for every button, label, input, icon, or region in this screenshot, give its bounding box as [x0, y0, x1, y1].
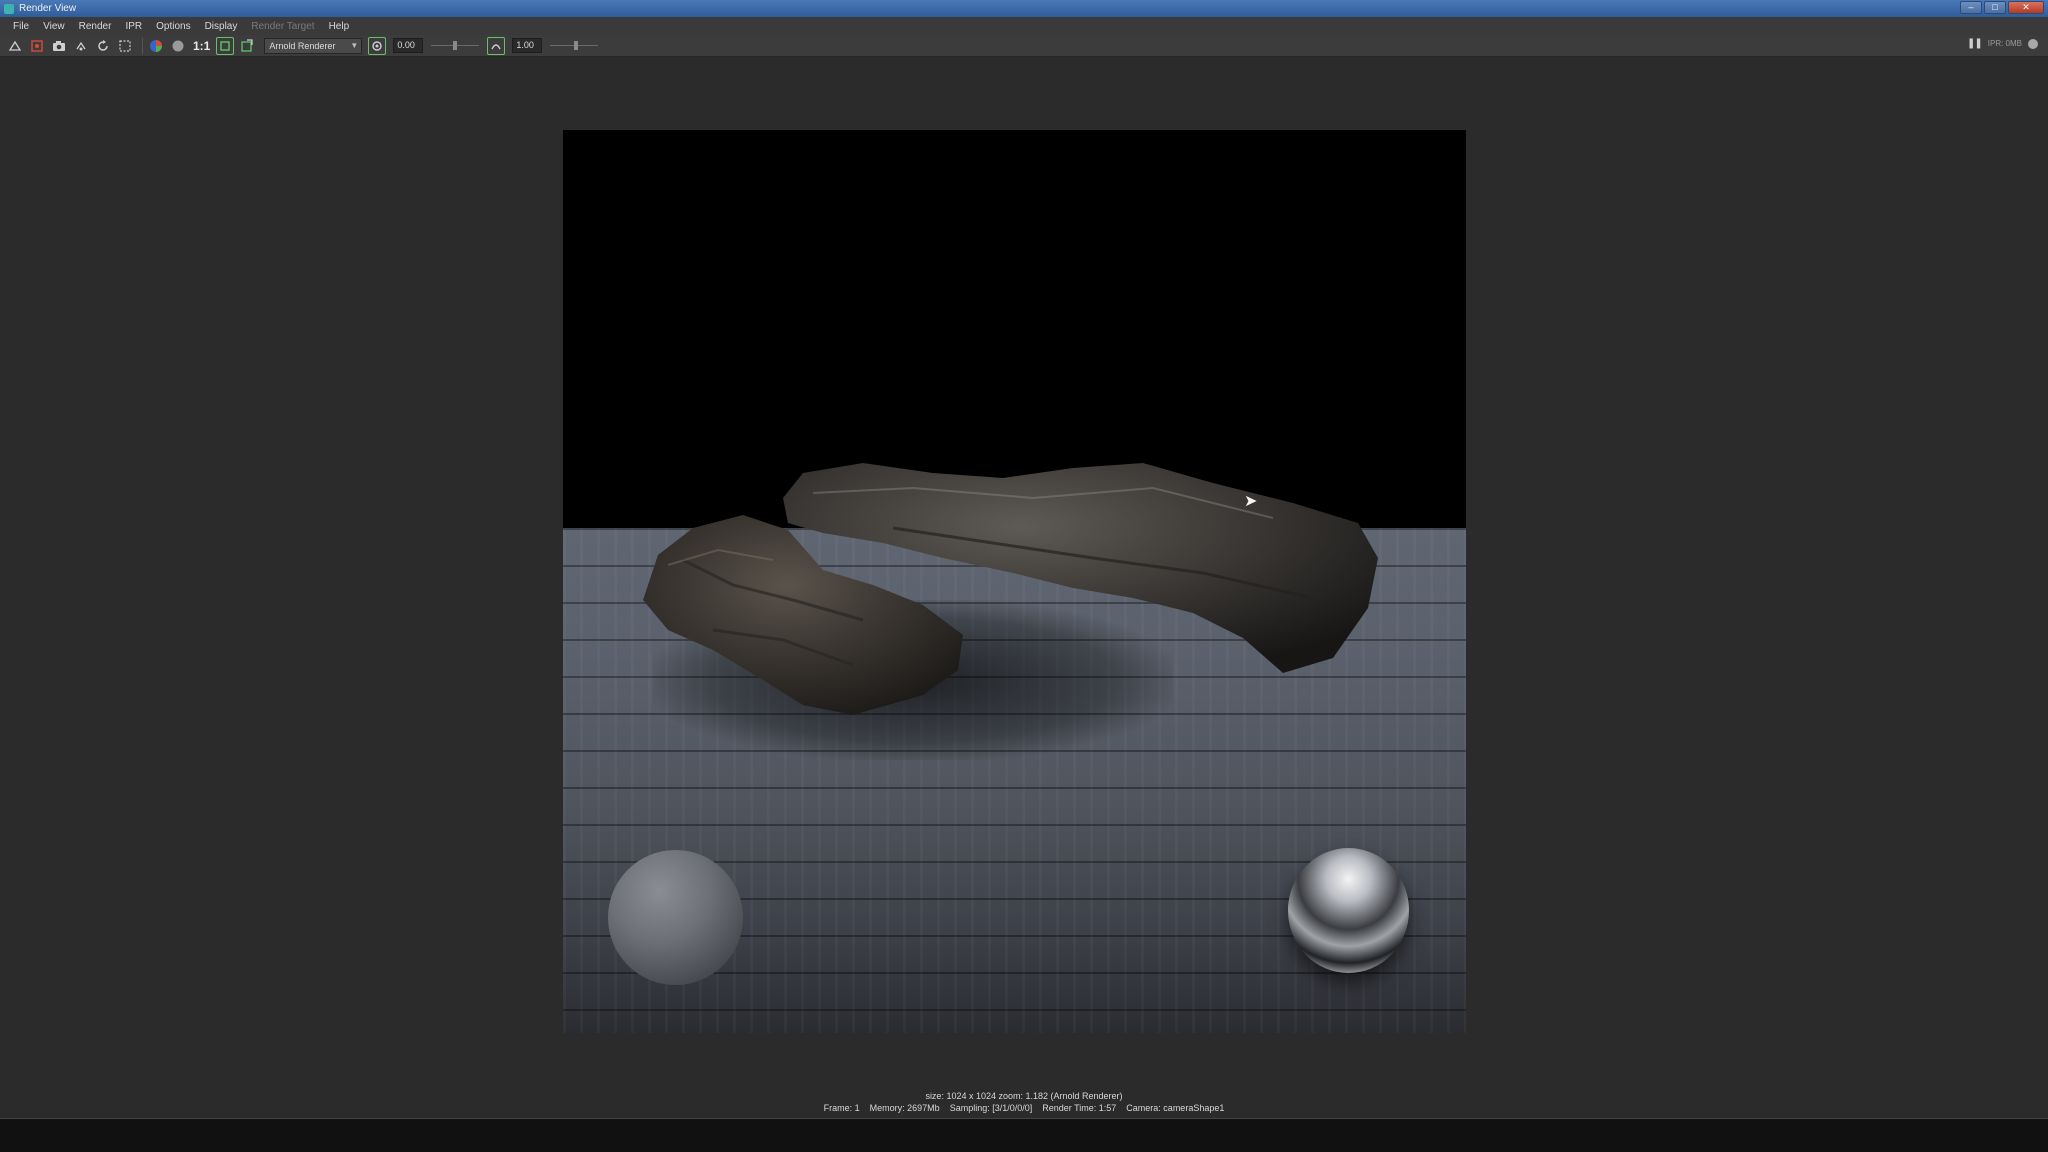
gamma-slider[interactable] — [550, 38, 599, 53]
render-info-line2: Frame: 1 Memory: 2697Mb Sampling: [3/1/0… — [0, 1102, 2048, 1114]
frame-info: Frame: 1 — [823, 1103, 860, 1113]
refresh-icon[interactable] — [94, 37, 112, 55]
exposure-toggle-icon[interactable] — [368, 36, 387, 55]
render-time-info: Render Time: 1:57 — [1042, 1103, 1117, 1113]
exposure-slider-thumb[interactable] — [453, 41, 458, 50]
matte-sphere — [608, 850, 743, 985]
render-info: size: 1024 x 1024 zoom: 1.182 (Arnold Re… — [0, 1090, 2048, 1114]
gamma-toggle-icon[interactable] — [487, 36, 506, 55]
menu-options[interactable]: Options — [149, 21, 197, 32]
close-button[interactable]: ✕ — [2008, 1, 2044, 14]
menu-view[interactable]: View — [36, 21, 72, 32]
minimize-button[interactable]: – — [1960, 1, 1982, 14]
menu-render[interactable]: Render — [72, 21, 119, 32]
menu-render-target[interactable]: Render Target — [244, 21, 321, 32]
render-viewport[interactable]: ➤ — [0, 58, 2048, 1118]
maya-app-icon — [4, 3, 14, 14]
remove-image-icon[interactable] — [238, 37, 256, 55]
ipr-memory-label: IPR: 0MB — [1987, 39, 2022, 48]
window-controls: – □ ✕ — [1960, 1, 2044, 14]
memory-info: Memory: 2697Mb — [869, 1103, 940, 1113]
chevron-down-icon: ▼ — [350, 41, 359, 50]
menu-ipr[interactable]: IPR — [118, 21, 149, 32]
menu-bar: File View Render IPR Options Display Ren… — [0, 17, 2048, 35]
renderer-dropdown[interactable]: Arnold Renderer ▼ — [264, 37, 363, 54]
camera-info: Camera: cameraShape1 — [1126, 1103, 1225, 1113]
gamma-slider-thumb[interactable] — [574, 41, 579, 50]
exposure-slider[interactable] — [431, 38, 480, 53]
render-region-icon[interactable] — [116, 37, 134, 55]
chrome-sphere — [1288, 848, 1409, 973]
keep-image-icon[interactable] — [216, 36, 235, 55]
render-toolbar: 1:1 Arnold Renderer ▼ 0.00 1.00 ❚❚ IPR: … — [0, 35, 2048, 57]
toolbar-separator — [142, 37, 143, 54]
back-rock — [783, 463, 1378, 673]
ipr-render-icon[interactable] — [72, 37, 90, 55]
snapshot-camera-icon[interactable] — [50, 37, 68, 55]
pause-icon[interactable]: ❚❚ — [1967, 38, 1983, 49]
render-info-line1: size: 1024 x 1024 zoom: 1.182 (Arnold Re… — [925, 1091, 1123, 1101]
maximize-button[interactable]: □ — [1984, 1, 2006, 14]
bottom-strip — [0, 1118, 2048, 1152]
menu-file[interactable]: File — [6, 21, 36, 32]
stop-render-icon[interactable] — [28, 37, 46, 55]
rgb-channels-icon[interactable] — [147, 37, 165, 55]
sampling-info: Sampling: [3/1/0/0/0] — [949, 1103, 1033, 1113]
real-size-button[interactable]: 1:1 — [193, 39, 210, 53]
status-indicator-icon — [2028, 38, 2038, 49]
renderer-dropdown-value: Arnold Renderer — [269, 40, 336, 51]
ipr-status-area: ❚❚ IPR: 0MB — [1967, 38, 2038, 49]
exposure-field[interactable]: 0.00 — [393, 38, 424, 53]
gamma-field[interactable]: 1.00 — [512, 38, 543, 53]
menu-help[interactable]: Help — [322, 21, 357, 32]
title-bar: Render View – □ ✕ — [0, 0, 2048, 17]
mouse-cursor-icon: ➤ — [1244, 493, 1258, 510]
window-title: Render View — [19, 3, 77, 14]
alpha-channel-icon[interactable] — [169, 37, 187, 55]
rendered-image — [563, 130, 1466, 1033]
menu-display[interactable]: Display — [198, 21, 245, 32]
redo-render-icon[interactable] — [6, 37, 24, 55]
